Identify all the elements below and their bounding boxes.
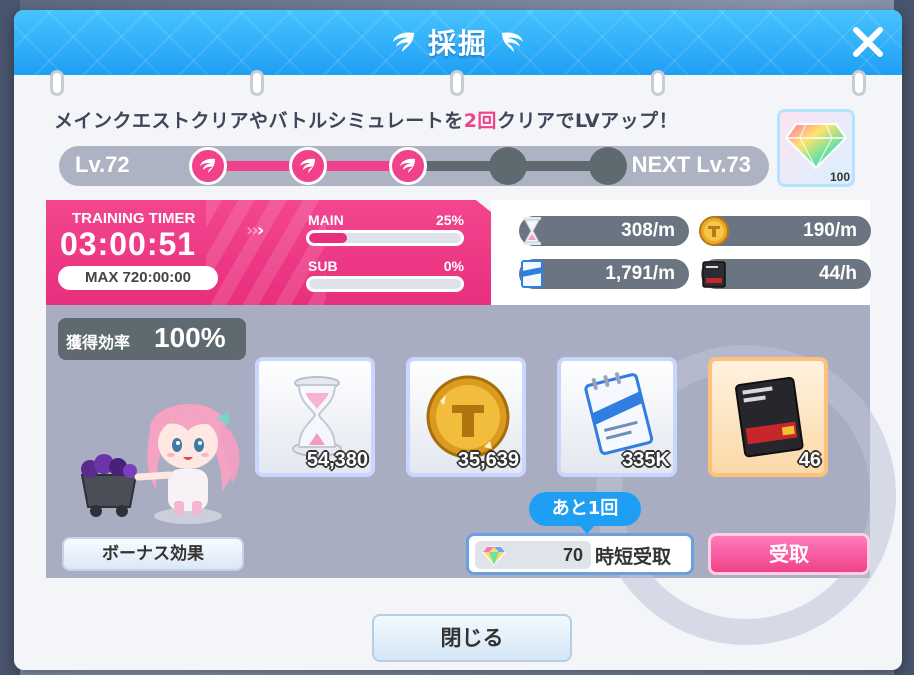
shorten-cost-value: 70 xyxy=(562,545,583,565)
item-count: 46 xyxy=(798,449,821,471)
close-icon xyxy=(853,27,883,57)
rate-coin: 190/m xyxy=(699,216,871,246)
binder-ring xyxy=(250,70,264,96)
rates-panel: 308/m 190/m 1,791/m 44/h xyxy=(491,200,871,305)
efficiency-badge: 獲得効率 100% xyxy=(58,318,246,360)
timer-value: 03:00:51 xyxy=(60,226,197,262)
main-gauge-track xyxy=(309,233,461,243)
progress-step-done xyxy=(189,147,227,185)
timer-label: TRAINING TIMER xyxy=(72,210,196,227)
bonus-effect-button[interactable]: ボーナス効果 xyxy=(62,537,244,571)
shorten-label: 時短受取 xyxy=(595,546,672,568)
efficiency-value: 100% xyxy=(154,322,226,353)
dialog-header: 採掘 xyxy=(14,10,902,75)
rate-technical-report-value: 44/h xyxy=(818,263,857,284)
sub-gauge xyxy=(306,276,464,292)
main-gauge xyxy=(306,230,464,246)
reward-count: 100 xyxy=(829,170,850,184)
level-step-track xyxy=(189,147,627,185)
training-report-icon xyxy=(521,260,543,288)
arrows-icon: ››› xyxy=(246,220,264,241)
item-count: 35,639 xyxy=(457,449,519,471)
main-gauge-fill xyxy=(309,233,347,243)
item-count: 335K xyxy=(622,449,670,471)
rate-training-report-value: 1,791/m xyxy=(605,263,675,284)
progress-step-pending xyxy=(589,147,627,185)
binder-ring xyxy=(450,70,464,96)
sub-gauge-label: SUB xyxy=(308,258,338,274)
wing-step-icon xyxy=(300,158,315,173)
wing-step-icon xyxy=(400,158,415,173)
close-dialog-button[interactable]: 閉じる xyxy=(372,614,572,662)
progress-step-pending xyxy=(489,147,527,185)
rainbow-gem-icon xyxy=(482,546,506,566)
coin-icon xyxy=(699,216,729,246)
rate-training-report: 1,791/m xyxy=(519,259,689,289)
item-count: 54,380 xyxy=(306,449,368,471)
binder-ring xyxy=(50,70,64,96)
next-level: NEXT Lv.73 xyxy=(631,152,751,177)
shorten-cost: 70 xyxy=(475,541,591,569)
miner-character-illustration xyxy=(80,403,240,524)
hourglass-icon xyxy=(523,217,541,245)
rate-hourglass: 308/m xyxy=(519,216,689,246)
rate-hourglass-value: 308/m xyxy=(621,220,675,241)
wing-step-icon xyxy=(200,158,215,173)
rate-coin-value: 190/m xyxy=(803,220,857,241)
mining-dialog: 採掘 メインクエストクリアやバトルシミュレートを2回クリアでLVアップ！ Lv.… xyxy=(14,10,902,670)
item-coin[interactable]: 35,639 xyxy=(406,357,526,477)
dialog-title: 採掘 xyxy=(427,27,488,60)
technical-report-icon xyxy=(702,261,726,288)
current-level: Lv.72 xyxy=(75,152,130,177)
efficiency-label: 獲得効率 xyxy=(66,333,131,352)
main-gauge-label: MAIN xyxy=(308,212,344,228)
level-reward-item[interactable]: 100 xyxy=(777,109,855,187)
binder-ring xyxy=(651,70,665,96)
description-post: クリアでLVアップ！ xyxy=(496,110,679,132)
timer-max: MAX 720:00:00 xyxy=(58,266,218,290)
level-up-description: メインクエストクリアやバトルシミュレートを2回クリアでLVアップ！ xyxy=(54,106,774,136)
item-technical-report[interactable]: 46 xyxy=(708,357,828,477)
level-progress-bar: Lv.72 NEXT Lv.73 xyxy=(59,146,769,186)
description-pre: メインクエストクリアやバトルシミュレートを xyxy=(54,110,464,132)
sub-gauge-pct: 0% xyxy=(443,258,464,274)
wing-left-icon xyxy=(392,32,414,52)
time-shorten-receive-button[interactable]: 70 時短受取 xyxy=(466,533,694,575)
rate-technical-report: 44/h xyxy=(701,259,871,289)
training-timer-panel: TRAINING TIMER 03:00:51 MAX 720:00:00 ››… xyxy=(46,200,491,305)
remaining-count-badge: あと1回 xyxy=(529,492,641,534)
item-hourglass[interactable]: 54,380 xyxy=(255,357,375,477)
title-wrap: 採掘 xyxy=(14,22,902,62)
close-button[interactable] xyxy=(848,22,888,62)
binder-rings xyxy=(14,70,902,100)
main-gauge-pct: 25% xyxy=(435,212,464,228)
description-count: 2回 xyxy=(463,110,497,132)
rainbow-gem-icon xyxy=(784,123,848,170)
binder-ring xyxy=(852,70,866,96)
wing-right-icon xyxy=(502,32,523,52)
sub-gauge-track xyxy=(309,279,461,289)
item-training-report[interactable]: 335K xyxy=(557,357,677,477)
receive-button[interactable]: 受取 xyxy=(708,533,870,575)
progress-step-done xyxy=(389,147,427,185)
progress-step-done xyxy=(289,147,327,185)
